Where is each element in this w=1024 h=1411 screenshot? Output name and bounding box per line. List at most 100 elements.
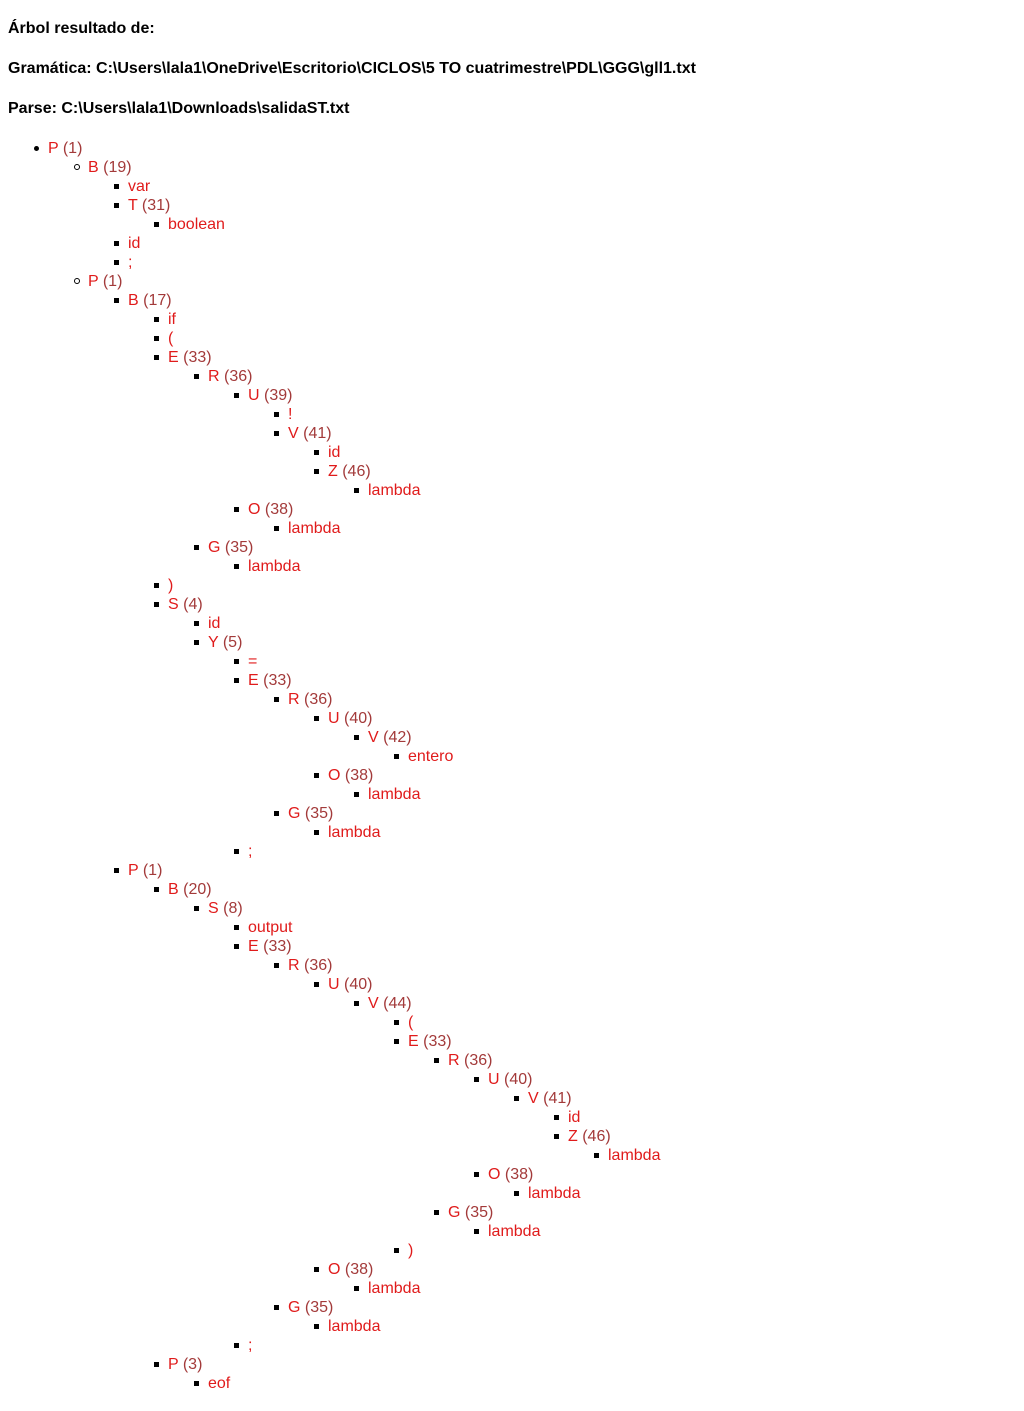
node-rule-number: (36) [219,368,253,385]
list-bullet [154,583,159,588]
tree-node: Y (5) [194,633,242,652]
list-bullet [514,1096,519,1101]
tree-node: G (35) [194,538,253,557]
node-label: S [208,900,219,917]
node-label: eof [208,1375,231,1392]
list-bullet [114,184,119,189]
list-bullet [514,1191,519,1196]
tree-node: lambda [274,519,341,538]
node-rule-number: (31) [137,197,171,214]
node-label: U [328,710,340,727]
node-label: = [248,653,258,670]
node-rule-number: (1) [58,140,83,157]
node-rule-number: (35) [300,805,334,822]
node-rule-number: (35) [460,1204,494,1221]
node-label: V [368,995,379,1012]
list-bullet [234,944,239,949]
tree-node: V (41) [274,424,332,443]
node-label: lambda [248,558,301,575]
node-label: boolean [168,216,225,233]
node-rule-number: (41) [538,1090,572,1107]
node-label: P [88,273,99,290]
page-title: Árbol resultado de: [8,20,155,37]
tree-node: V (42) [354,728,412,747]
list-bullet [354,1001,359,1006]
tree-node: ; [114,253,133,272]
list-bullet [394,754,399,759]
node-label: E [248,938,259,955]
tree-node: B (20) [154,880,212,899]
list-bullet [194,621,199,626]
tree-node: lambda [354,1279,421,1298]
node-rule-number: (35) [300,1299,334,1316]
node-label: R [288,691,300,708]
list-bullet [234,678,239,683]
tree-node: R (36) [194,367,253,386]
node-label: ! [288,406,293,423]
node-label: U [248,387,260,404]
list-bullet [354,735,359,740]
node-label: lambda [368,1280,421,1297]
node-label: ; [128,254,133,271]
tree-node: eof [194,1374,231,1393]
node-label: output [248,919,293,936]
node-label: G [288,1299,301,1316]
tree-node: B (17) [114,291,172,310]
node-label: O [488,1166,501,1183]
list-bullet [274,412,279,417]
list-bullet [434,1058,439,1063]
parse-path: Parse: C:\Users\lala1\Downloads\salidaST… [8,100,350,117]
list-bullet [474,1229,479,1234]
list-bullet [274,811,279,816]
tree-node: lambda [474,1222,540,1241]
node-rule-number: (17) [138,292,172,309]
tree-node: ! [274,405,293,424]
node-label: P [168,1356,179,1373]
list-bullet [114,298,119,303]
node-label: id [128,235,141,252]
list-bullet [354,1286,359,1291]
list-bullet [194,374,199,379]
node-rule-number: (38) [340,1261,374,1278]
tree-node: id [194,614,220,633]
node-label: ( [168,330,174,347]
node-label: ) [168,577,174,594]
node-label: lambda [528,1185,581,1202]
list-bullet [234,507,239,512]
tree-node: P (3) [154,1355,203,1374]
tree-node: R (36) [274,690,332,709]
node-rule-number: (19) [98,159,132,176]
tree-node: Z (46) [554,1127,611,1146]
tree-node: if [154,310,176,329]
list-bullet [274,697,279,702]
node-label: E [248,672,259,689]
node-label: E [408,1033,419,1050]
node-label: Z [328,463,338,480]
node-rule-number: (33) [178,349,212,366]
node-rule-number: (3) [178,1356,203,1373]
list-bullet [234,393,239,398]
list-bullet [234,564,239,569]
tree-node: G (35) [434,1203,494,1222]
node-label: id [568,1109,581,1126]
node-rule-number: (40) [339,710,373,727]
list-bullet [74,278,80,284]
node-rule-number: (36) [299,957,333,974]
node-label: ; [248,843,253,860]
list-bullet [34,146,39,151]
list-bullet [354,488,359,493]
tree-node: ; [234,1336,252,1355]
node-label: P [128,862,139,879]
node-label: R [448,1052,460,1069]
node-label: R [288,957,300,974]
node-rule-number: (1) [138,862,163,879]
node-rule-number: (33) [418,1033,452,1050]
list-bullet [154,222,159,227]
node-rule-number: (39) [259,387,293,404]
node-label: lambda [288,520,341,537]
tree-node: output [234,918,293,937]
list-bullet [154,355,159,360]
node-rule-number: (40) [339,976,373,993]
node-rule-number: (46) [577,1128,611,1145]
node-rule-number: (41) [298,425,332,442]
